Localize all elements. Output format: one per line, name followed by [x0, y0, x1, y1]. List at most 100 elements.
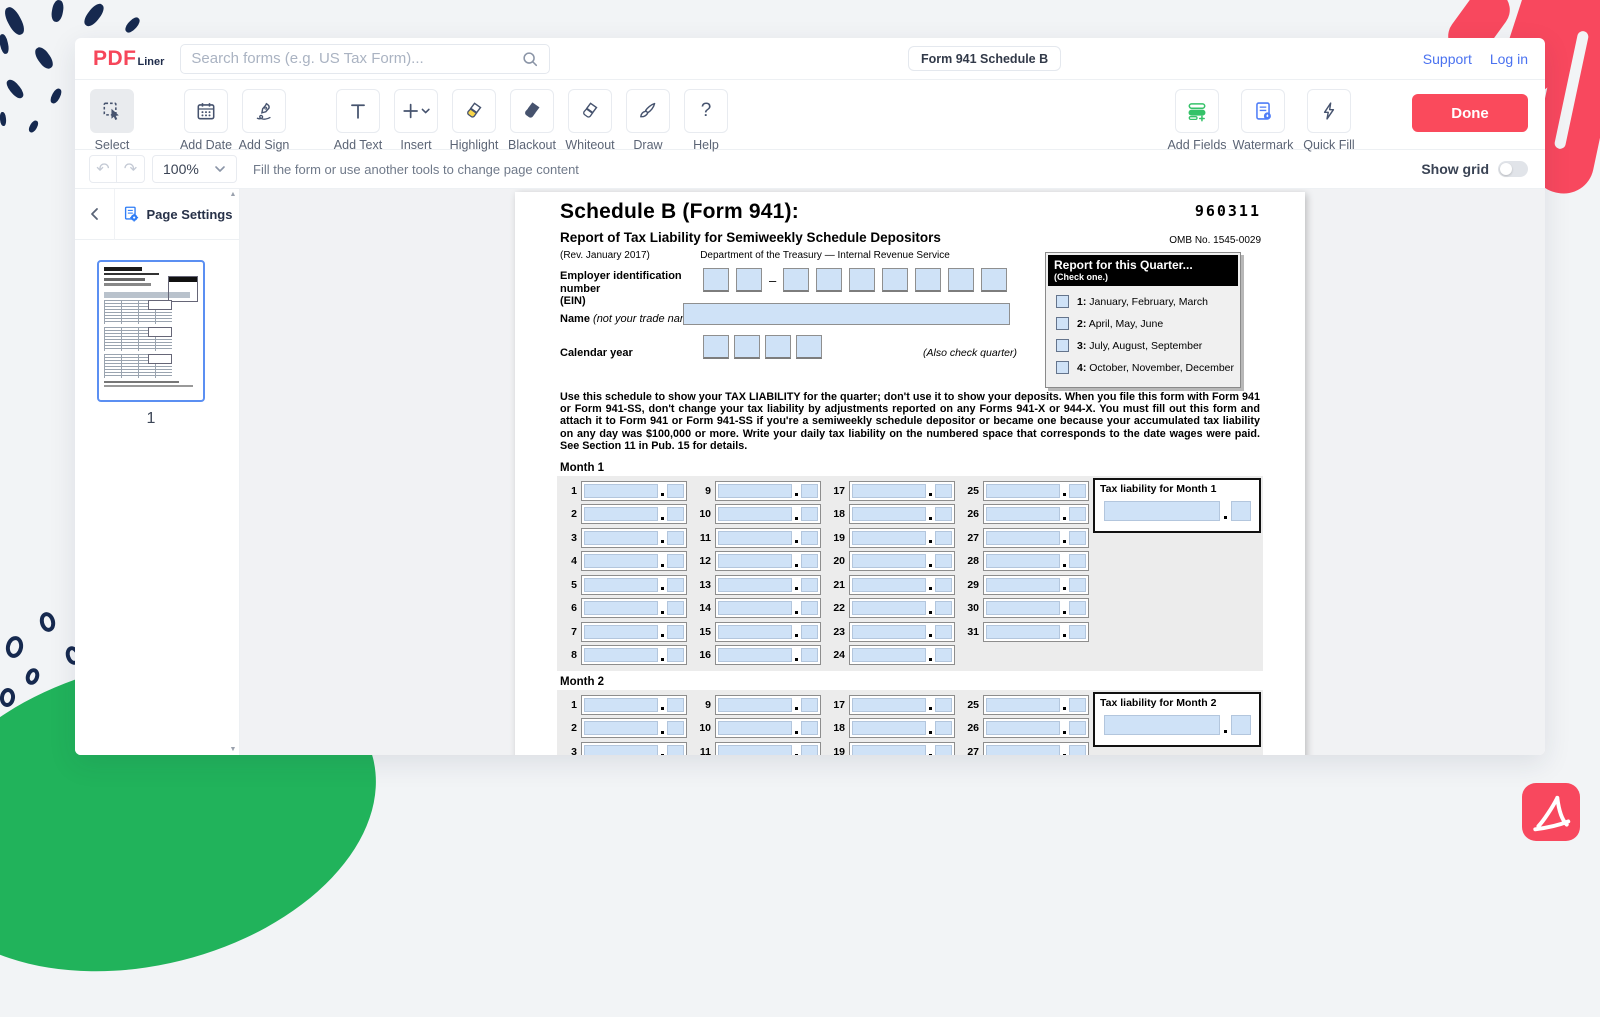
day-dollars-input[interactable] [986, 745, 1060, 755]
quarter-1-checkbox[interactable] [1056, 295, 1069, 308]
day-cents-input[interactable] [667, 625, 684, 639]
day-amount-field[interactable] [983, 551, 1089, 571]
year-digit-box[interactable] [796, 335, 822, 359]
add-sign-tool-button[interactable]: Add Sign [235, 89, 293, 152]
day-cents-input[interactable] [667, 745, 684, 755]
day-cents-input[interactable] [1069, 601, 1086, 615]
ein-digit-box[interactable] [816, 268, 842, 292]
day-cents-input[interactable] [667, 554, 684, 568]
ein-digit-box[interactable] [736, 268, 762, 292]
name-input-field[interactable] [683, 303, 1010, 325]
day-cents-input[interactable] [667, 507, 684, 521]
tax-cents-input[interactable] [1231, 501, 1251, 521]
day-cents-input[interactable] [667, 578, 684, 592]
day-cents-input[interactable] [935, 601, 952, 615]
day-cents-input[interactable] [801, 625, 818, 639]
day-amount-field[interactable] [849, 598, 955, 618]
day-cents-input[interactable] [667, 601, 684, 615]
scroll-down-arrow[interactable]: ▼ [228, 746, 238, 753]
day-amount-field[interactable] [715, 504, 821, 524]
day-dollars-input[interactable] [852, 721, 926, 735]
pdfliner-logo[interactable]: PDF Liner [93, 47, 164, 71]
day-amount-field[interactable] [715, 598, 821, 618]
day-cents-input[interactable] [1069, 698, 1086, 712]
day-dollars-input[interactable] [986, 507, 1060, 521]
day-dollars-input[interactable] [852, 745, 926, 755]
day-dollars-input[interactable] [718, 601, 792, 615]
add-fields-tool-button[interactable]: Add Fields [1168, 89, 1226, 152]
day-cents-input[interactable] [801, 554, 818, 568]
day-amount-field[interactable] [715, 622, 821, 642]
quarter-2-checkbox[interactable] [1056, 317, 1069, 330]
day-dollars-input[interactable] [852, 554, 926, 568]
ein-digit-box[interactable] [882, 268, 908, 292]
day-amount-field[interactable] [581, 718, 687, 738]
page-settings-tab[interactable]: Page Settings [115, 205, 239, 223]
day-dollars-input[interactable] [584, 601, 658, 615]
day-dollars-input[interactable] [986, 554, 1060, 568]
day-dollars-input[interactable] [986, 601, 1060, 615]
day-dollars-input[interactable] [584, 745, 658, 755]
ein-digit-box[interactable] [849, 268, 875, 292]
watermark-tool-button[interactable]: Watermark [1234, 89, 1292, 152]
day-cents-input[interactable] [801, 484, 818, 498]
highlight-tool-button[interactable]: Highlight [445, 89, 503, 152]
day-amount-field[interactable] [581, 504, 687, 524]
day-dollars-input[interactable] [986, 484, 1060, 498]
day-amount-field[interactable] [849, 622, 955, 642]
day-amount-field[interactable] [849, 742, 955, 755]
day-amount-field[interactable] [581, 528, 687, 548]
search-input[interactable] [191, 50, 521, 67]
day-amount-field[interactable] [983, 504, 1089, 524]
day-dollars-input[interactable] [584, 698, 658, 712]
day-amount-field[interactable] [983, 598, 1089, 618]
day-amount-field[interactable] [715, 645, 821, 665]
year-digit-box[interactable] [703, 335, 729, 359]
day-dollars-input[interactable] [852, 484, 926, 498]
done-button[interactable]: Done [1412, 94, 1528, 132]
day-cents-input[interactable] [667, 698, 684, 712]
insert-tool-button[interactable]: Insert [387, 89, 445, 152]
day-dollars-input[interactable] [986, 531, 1060, 545]
day-amount-field[interactable] [581, 695, 687, 715]
day-dollars-input[interactable] [718, 698, 792, 712]
day-amount-field[interactable] [715, 551, 821, 571]
day-amount-field[interactable] [581, 742, 687, 755]
day-dollars-input[interactable] [718, 554, 792, 568]
day-amount-field[interactable] [983, 481, 1089, 501]
day-dollars-input[interactable] [584, 578, 658, 592]
day-cents-input[interactable] [935, 648, 952, 662]
draw-tool-button[interactable]: Draw [619, 89, 677, 152]
year-digit-box[interactable] [734, 335, 760, 359]
day-cents-input[interactable] [667, 648, 684, 662]
day-amount-field[interactable] [581, 598, 687, 618]
day-dollars-input[interactable] [718, 484, 792, 498]
day-dollars-input[interactable] [852, 648, 926, 662]
quarter-3-checkbox[interactable] [1056, 339, 1069, 352]
day-amount-field[interactable] [849, 695, 955, 715]
day-cents-input[interactable] [935, 721, 952, 735]
day-dollars-input[interactable] [718, 625, 792, 639]
day-amount-field[interactable] [581, 481, 687, 501]
add-text-tool-button[interactable]: Add Text [329, 89, 387, 152]
zoom-select[interactable]: 100% [152, 155, 237, 183]
day-amount-field[interactable] [983, 742, 1089, 755]
day-cents-input[interactable] [801, 507, 818, 521]
day-dollars-input[interactable] [986, 578, 1060, 592]
redo-button[interactable]: ↷ [117, 155, 145, 183]
ein-digit-box[interactable] [915, 268, 941, 292]
day-dollars-input[interactable] [852, 625, 926, 639]
tax-dollars-input[interactable] [1104, 501, 1220, 521]
day-dollars-input[interactable] [986, 721, 1060, 735]
day-amount-field[interactable] [849, 481, 955, 501]
day-dollars-input[interactable] [718, 507, 792, 521]
day-amount-field[interactable] [849, 575, 955, 595]
day-amount-field[interactable] [849, 551, 955, 571]
day-cents-input[interactable] [935, 745, 952, 755]
ein-digit-box[interactable] [981, 268, 1007, 292]
search-box[interactable] [180, 44, 550, 74]
day-dollars-input[interactable] [718, 578, 792, 592]
day-amount-field[interactable] [581, 622, 687, 642]
day-cents-input[interactable] [667, 531, 684, 545]
day-cents-input[interactable] [935, 698, 952, 712]
